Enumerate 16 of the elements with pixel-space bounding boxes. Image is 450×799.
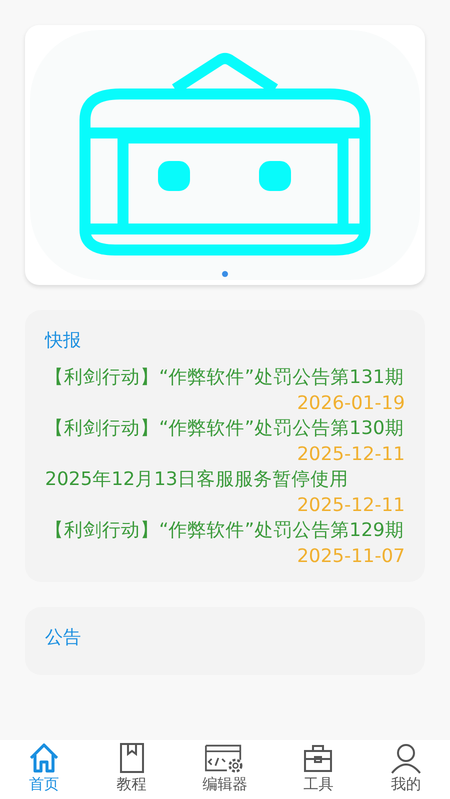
- user-icon: [389, 742, 424, 774]
- news-link[interactable]: 【利剑行动】“作弊软件”处罚公告第130期: [45, 417, 405, 441]
- news-date: 2026-01-19: [296, 392, 405, 416]
- news-date: 2025-12-11: [296, 443, 405, 467]
- nav-tab[interactable]: 编辑器: [198, 740, 252, 799]
- nav-tab[interactable]: 我的: [385, 740, 428, 799]
- nav-tab[interactable]: 教程: [110, 740, 153, 799]
- news-date: 2025-12-11: [296, 494, 405, 518]
- nav-tab[interactable]: 首页: [22, 740, 65, 799]
- news-link[interactable]: 【利剑行动】“作弊软件”处罚公告第131期: [45, 366, 405, 390]
- nav-tab[interactable]: 工具: [297, 740, 340, 799]
- news-date: 2025-11-07: [296, 545, 405, 569]
- card-title: 快报: [45, 329, 82, 352]
- news-link[interactable]: 2025年12月13日客服服务暂停使用: [45, 468, 405, 492]
- card-title: 公告: [45, 626, 82, 649]
- news-link[interactable]: 【利剑行动】“作弊软件”处罚公告第129期: [45, 519, 405, 543]
